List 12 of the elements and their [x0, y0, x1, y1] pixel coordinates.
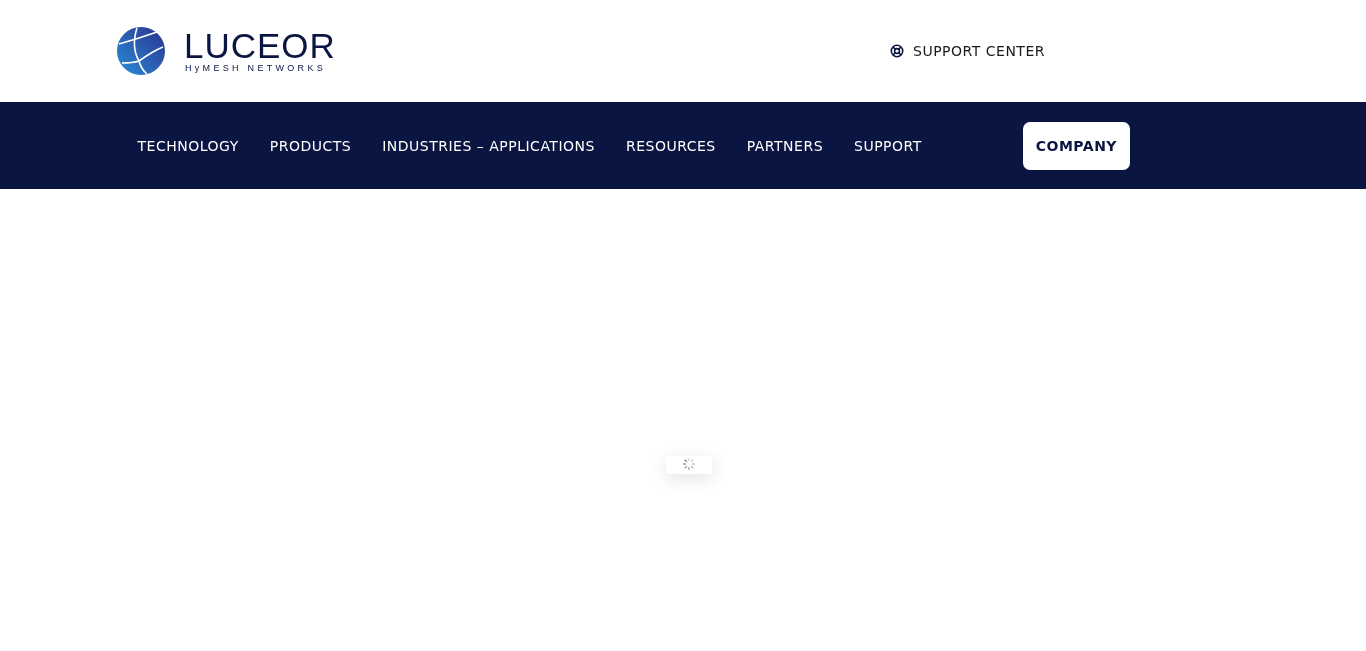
nav-link[interactable]: PARTNERS	[731, 121, 839, 170]
nav-link[interactable]: RESOURCES	[610, 121, 732, 170]
nav-link[interactable]: PRODUCTS	[254, 121, 367, 170]
nav-link[interactable]: TECHNOLOGY	[122, 121, 255, 170]
nav-link[interactable]: INDUSTRIES – APPLICATIONS	[366, 121, 611, 170]
nav-link[interactable]: COMPANY	[1022, 121, 1130, 170]
nav-link[interactable]: SUPPORT	[838, 121, 938, 170]
globe-logo-icon	[117, 27, 165, 75]
support-center-link[interactable]: SUPPORT CENTER	[890, 43, 1045, 59]
logo-tagline: HyMESH NETWORKS	[185, 63, 327, 73]
logo-wordmark: LUCEOR	[184, 29, 336, 63]
lifebuoy-icon	[890, 44, 905, 58]
